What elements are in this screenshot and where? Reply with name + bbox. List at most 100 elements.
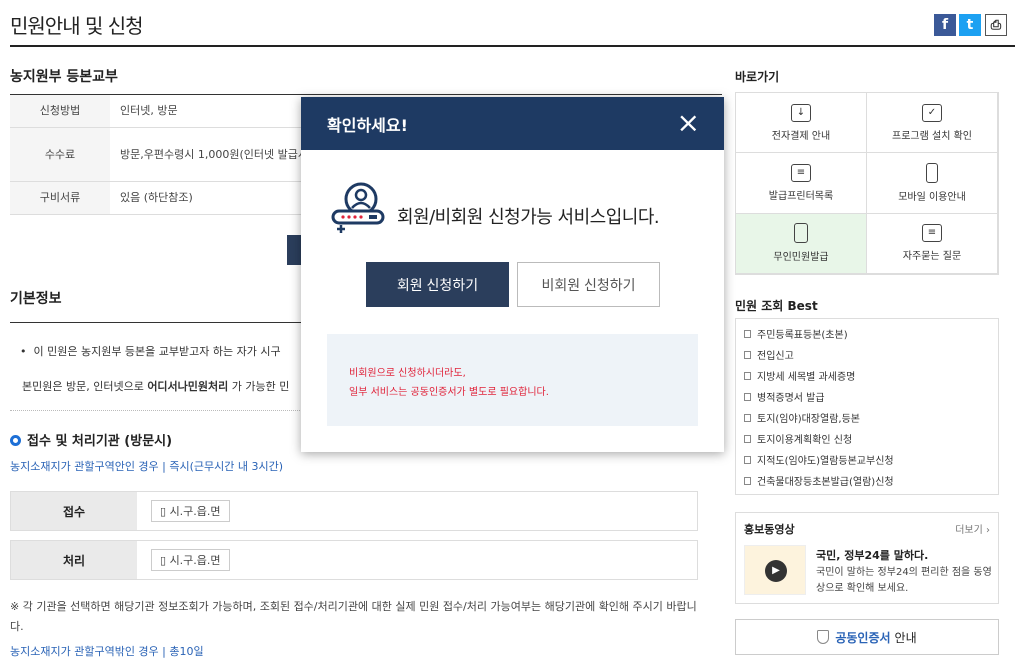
notice-line: 일부 서비스는 공동인증서가 별도로 필요합니다. <box>349 387 549 398</box>
modal-message: 회원/비회원 신청가능 서비스입니다. <box>397 207 660 228</box>
video-description: 국민이 말하는 정부24의 편리한 점을 동영상으로 확인해 보세요. <box>816 567 992 594</box>
modal-header: 확인하세요! <box>301 97 724 150</box>
title-divider <box>10 45 1015 47</box>
monitor-icon: ✓ <box>922 103 942 122</box>
process-agency-chip[interactable]: ▯ 시.구.읍.면 <box>151 549 230 571</box>
close-icon[interactable]: × <box>677 109 700 137</box>
shortcut-printer[interactable]: ≡ 발급프린터목록 <box>736 153 867 214</box>
best-item[interactable]: 주민등록표등본(초본) <box>744 325 990 346</box>
best-item[interactable]: 토지이용계획확인 신청 <box>744 430 990 451</box>
notice-line: 비회원으로 신청하시더라도, <box>349 368 466 379</box>
best-item[interactable]: 전입신고 <box>744 346 990 367</box>
row-value: 방문,우편수령시 1,000원(인터넷 발급시 <box>120 148 308 161</box>
doc-icon <box>744 393 751 401</box>
certificate-guide-button[interactable]: 공동인증서 안내 <box>735 619 999 655</box>
modal-title: 확인하세요! <box>327 115 408 135</box>
best-item[interactable]: 병적증명서 발급 <box>744 388 990 409</box>
basic-text: 본민원은 방문, 인터넷으로 어디서나민원처리 가 가능한 민 <box>22 378 289 394</box>
promo-video-box: 홍보동영상 더보기 › ▶ 국민, 정부24를 말하다. 국민이 말하는 정부2… <box>735 512 999 604</box>
user-login-icon <box>331 182 385 233</box>
row-label: 구비서류 <box>10 182 110 214</box>
shortcut-payment[interactable]: ↓ 전자결제 안내 <box>736 93 867 154</box>
play-icon[interactable]: ▶ <box>765 560 787 582</box>
video-thumbnail[interactable]: ▶ <box>744 545 806 595</box>
promo-more-text: 더보기 <box>955 525 983 536</box>
kiosk-icon <box>794 223 808 244</box>
shortcut-grid: ↓ 전자결제 안내 ✓ 프로그램 설치 확인 ≡ 발급프린터목록 모바일 이용안내 무… <box>735 92 999 275</box>
doc-icon <box>744 456 751 464</box>
outside-area-link[interactable]: 농지소재지가 관할구역밖인 경우 | 총10일 <box>10 643 204 659</box>
modal-notice: 비회원으로 신청하시더라도, 일부 서비스는 공동인증서가 별도로 필요합니다. <box>327 334 698 426</box>
receipt-row: 접수 ▯ 시.구.읍.면 <box>10 491 698 531</box>
doc-icon <box>744 477 751 485</box>
best-list: 주민등록표등본(초본) 전입신고 지방세 세목별 과세증명 병적증명서 발급 토… <box>735 318 999 495</box>
doc-icon <box>744 330 751 338</box>
shield-icon <box>817 630 830 644</box>
best-item[interactable]: 지방세 세목별 과세증명 <box>744 367 990 388</box>
shortcut-label: 발급프린터목록 <box>768 190 834 202</box>
shortcut-title: 바로가기 <box>735 70 780 84</box>
inside-area-link[interactable]: 농지소재지가 관할구역안인 경우 | 즉시(근무시간 내 3시간) <box>10 458 283 474</box>
best-item-text: 전입신고 <box>757 351 794 362</box>
basic-text-post: 가 가능한 민 <box>228 380 290 393</box>
chip-text: 시.구.읍.면 <box>169 505 221 518</box>
promo-more-link[interactable]: 더보기 › <box>955 521 990 536</box>
printer-icon: ≡ <box>791 163 811 182</box>
row-value: 있음 (하단참조) <box>120 191 193 204</box>
shortcut-faq[interactable]: ≡ 자주묻는 질문 <box>867 213 998 274</box>
doc-icon <box>744 351 751 359</box>
row-label: 신청방법 <box>10 95 110 127</box>
basic-text-bold: 어디서나민원처리 <box>147 380 229 393</box>
guest-apply-button[interactable]: 비회원 신청하기 <box>517 262 660 307</box>
best-item-text: 주민등록표등본(초본) <box>757 330 848 341</box>
chip-text: 시.구.읍.면 <box>169 554 221 567</box>
best-item[interactable]: 토지(임야)대장열람,등본 <box>744 409 990 430</box>
best-item-text: 토지이용계획확인 신청 <box>757 435 853 446</box>
shortcut-label: 자주묻는 질문 <box>902 251 962 263</box>
best-item-text: 지방세 세목별 과세증명 <box>757 372 856 383</box>
best-item-text: 토지(임야)대장열람,등본 <box>757 414 860 425</box>
shortcut-label: 프로그램 설치 확인 <box>892 130 972 142</box>
best-title: 민원 조회 Best <box>735 299 818 313</box>
doc-icon <box>744 414 751 422</box>
shortcut-program[interactable]: ✓ 프로그램 설치 확인 <box>867 93 998 154</box>
shortcut-label: 전자결제 안내 <box>771 130 831 142</box>
basic-bullet-text: 이 민원은 농지원부 등본을 교부받고자 하는 자가 시구 <box>33 345 281 358</box>
row-value: 인터넷, 방문 <box>120 104 178 117</box>
shortcut-label: 모바일 이용안내 <box>898 191 966 203</box>
shortcut-kiosk[interactable]: 무인민원발급 <box>736 213 867 274</box>
print-icon[interactable]: ⎙ <box>985 14 1007 36</box>
download-icon: ↓ <box>791 103 811 122</box>
cert-bold-text: 공동인증서 <box>835 630 891 645</box>
member-apply-button[interactable]: 회원 신청하기 <box>366 262 509 307</box>
service-title: 농지원부 등본교부 <box>10 69 118 85</box>
shortcut-mobile[interactable]: 모바일 이용안내 <box>867 153 998 214</box>
cert-rest-text: 안내 <box>894 630 917 645</box>
mobile-icon <box>926 162 938 183</box>
facebook-share-icon[interactable]: f <box>934 14 956 36</box>
best-item-text: 건축물대장등초본발급(열람)신청 <box>757 477 894 488</box>
ring-icon <box>10 435 21 446</box>
process-row: 처리 ▯ 시.구.읍.면 <box>10 540 698 580</box>
confirm-modal: 확인하세요! × 회원/비회원 신청가능 서비스입니다. 회원 신청하기 비회원… <box>301 97 724 452</box>
receipt-label: 접수 <box>11 492 137 530</box>
best-item-text: 지적도(임야도)열람등본교부신청 <box>757 456 894 467</box>
video-title[interactable]: 국민, 정부24를 말하다. <box>816 547 928 563</box>
best-item-text: 병적증명서 발급 <box>757 393 825 404</box>
process-note: ※ 각 기관을 선택하면 해당기관 정보조회가 가능하며, 조회된 접수/처리기… <box>10 600 697 633</box>
process-title-text: 접수 및 처리기관 (방문시) <box>27 434 173 449</box>
basic-info-title: 기본정보 <box>10 291 62 307</box>
page-title: 민원안내 및 신청 <box>10 14 144 38</box>
basic-bullet: • 이 민원은 농지원부 등본을 교부받고자 하는 자가 시구 <box>20 345 281 358</box>
row-label: 수수료 <box>10 128 110 181</box>
best-item[interactable]: 지적도(임야도)열람등본교부신청 <box>744 451 990 472</box>
shortcut-label: 무인민원발급 <box>773 252 829 264</box>
process-label: 처리 <box>11 541 137 579</box>
promo-title: 홍보동영상 <box>744 523 795 536</box>
receipt-agency-chip[interactable]: ▯ 시.구.읍.면 <box>151 500 230 522</box>
process-title: 접수 및 처리기관 (방문시) <box>10 430 172 449</box>
best-item[interactable]: 건축물대장등초본발급(열람)신청 <box>744 472 990 493</box>
doc-icon <box>744 372 751 380</box>
twitter-share-icon[interactable]: t <box>959 14 981 36</box>
doc-icon <box>744 435 751 443</box>
